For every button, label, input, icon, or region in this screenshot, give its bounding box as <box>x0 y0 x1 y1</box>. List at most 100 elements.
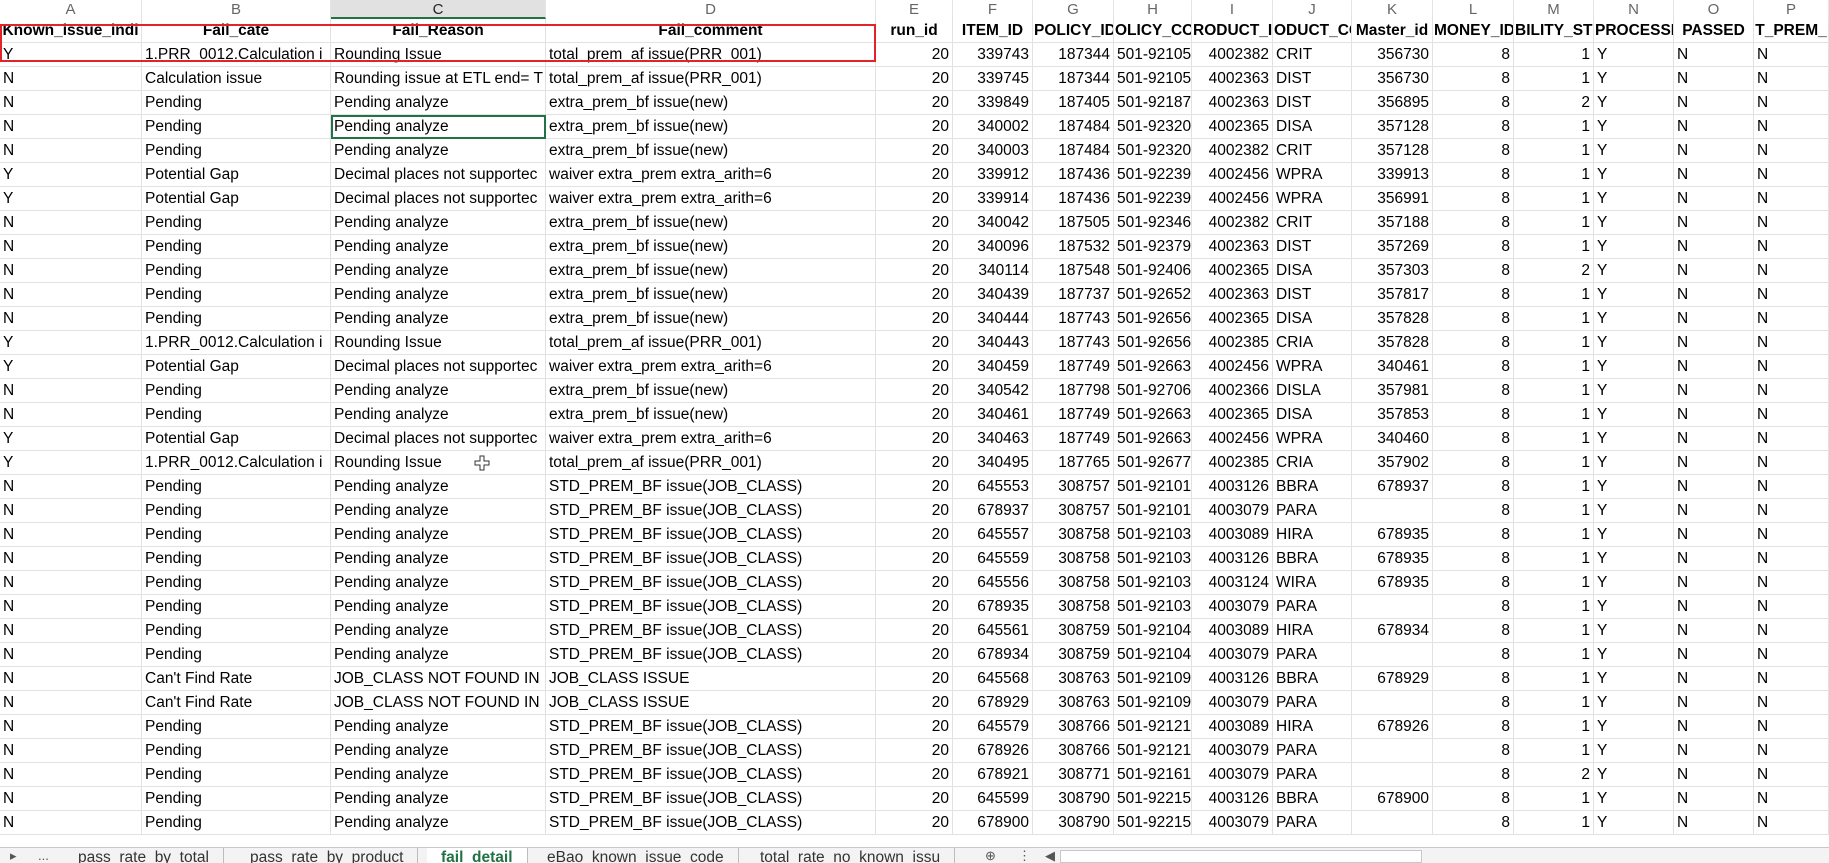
table-cell[interactable]: 1 <box>1514 235 1594 259</box>
header-cell-j[interactable]: ODUCT_CO <box>1273 19 1352 43</box>
table-cell[interactable]: 678937 <box>953 499 1033 523</box>
table-cell[interactable]: 4002363 <box>1192 67 1273 91</box>
table-cell[interactable]: 4002456 <box>1192 355 1273 379</box>
table-cell[interactable]: extra_prem_bf issue(new) <box>546 211 876 235</box>
table-cell[interactable]: 308771 <box>1033 763 1114 787</box>
table-cell[interactable]: 340463 <box>953 427 1033 451</box>
table-cell[interactable]: 501-92161 <box>1114 763 1192 787</box>
table-cell[interactable]: 501-92101 <box>1114 475 1192 499</box>
table-cell[interactable]: Y <box>1594 283 1674 307</box>
table-cell[interactable]: 501-92656 <box>1114 307 1192 331</box>
table-cell[interactable]: N <box>1754 523 1829 547</box>
table-cell[interactable]: 4003079 <box>1192 739 1273 763</box>
table-cell[interactable]: 4003079 <box>1192 595 1273 619</box>
table-cell[interactable]: extra_prem_bf issue(new) <box>546 403 876 427</box>
table-cell[interactable]: 340461 <box>953 403 1033 427</box>
table-cell[interactable]: 501-92706 <box>1114 379 1192 403</box>
table-cell[interactable]: 8 <box>1433 427 1514 451</box>
table-cell[interactable]: N <box>1754 715 1829 739</box>
table-cell[interactable]: Pending <box>142 475 331 499</box>
header-cell-c[interactable]: Fail_Reason <box>331 19 546 43</box>
table-cell[interactable]: WIRA <box>1273 571 1352 595</box>
table-cell[interactable]: N <box>1754 499 1829 523</box>
table-cell[interactable] <box>1352 811 1433 835</box>
table-cell[interactable]: N <box>1754 619 1829 643</box>
table-cell[interactable]: N <box>0 619 142 643</box>
header-cell-n[interactable]: PROCESSED <box>1594 19 1674 43</box>
table-cell[interactable]: STD_PREM_BF issue(JOB_CLASS) <box>546 739 876 763</box>
table-cell[interactable]: PARA <box>1273 499 1352 523</box>
table-cell[interactable]: 678926 <box>953 739 1033 763</box>
table-cell[interactable]: 1 <box>1514 163 1594 187</box>
table-cell[interactable]: N <box>1754 595 1829 619</box>
table-cell[interactable]: 4003126 <box>1192 787 1273 811</box>
table-cell[interactable]: HIRA <box>1273 523 1352 547</box>
table-cell[interactable]: N <box>1674 763 1754 787</box>
table-cell[interactable]: 678935 <box>1352 547 1433 571</box>
table-cell[interactable]: Pending <box>142 811 331 835</box>
table-cell[interactable]: N <box>0 811 142 835</box>
table-cell[interactable]: Pending analyze <box>331 595 546 619</box>
table-cell[interactable]: 308758 <box>1033 595 1114 619</box>
table-cell[interactable]: 4002363 <box>1192 283 1273 307</box>
header-cell-f[interactable]: ITEM_ID <box>953 19 1033 43</box>
table-cell[interactable]: CRIT <box>1273 139 1352 163</box>
table-cell[interactable]: 1 <box>1514 475 1594 499</box>
table-cell[interactable]: 4003079 <box>1192 643 1273 667</box>
table-cell[interactable]: 187344 <box>1033 67 1114 91</box>
table-cell[interactable]: 8 <box>1433 715 1514 739</box>
table-cell[interactable]: 1.PRR_0012.Calculation i <box>142 451 331 475</box>
table-cell[interactable] <box>1352 643 1433 667</box>
table-cell[interactable]: 4003089 <box>1192 523 1273 547</box>
table-cell[interactable]: 501-92677 <box>1114 451 1192 475</box>
table-cell[interactable]: 357269 <box>1352 235 1433 259</box>
table-cell[interactable]: total_prem_af issue(PRR_001) <box>546 67 876 91</box>
tab-total-rate-no-known-issue[interactable]: total_rate_no_known_issu <box>746 848 956 863</box>
table-cell[interactable]: 1 <box>1514 331 1594 355</box>
table-cell[interactable]: N <box>1754 691 1829 715</box>
table-cell[interactable]: Y <box>0 451 142 475</box>
table-cell[interactable]: 340495 <box>953 451 1033 475</box>
table-cell[interactable]: N <box>1674 235 1754 259</box>
table-cell[interactable]: 1.PRR_0012.Calculation i <box>142 331 331 355</box>
table-cell[interactable]: 187749 <box>1033 427 1114 451</box>
table-cell[interactable]: 308766 <box>1033 739 1114 763</box>
table-cell[interactable]: Pending <box>142 787 331 811</box>
table-cell[interactable]: 1 <box>1514 571 1594 595</box>
table-cell[interactable]: N <box>1674 259 1754 283</box>
table-cell[interactable]: 501-92239 <box>1114 163 1192 187</box>
table-cell[interactable]: 357303 <box>1352 259 1433 283</box>
table-cell[interactable]: STD_PREM_BF issue(JOB_CLASS) <box>546 499 876 523</box>
table-cell[interactable]: extra_prem_bf issue(new) <box>546 139 876 163</box>
table-cell[interactable]: extra_prem_bf issue(new) <box>546 283 876 307</box>
table-cell[interactable]: 501-92239 <box>1114 187 1192 211</box>
table-cell[interactable]: extra_prem_bf issue(new) <box>546 307 876 331</box>
table-cell[interactable]: 678935 <box>1352 571 1433 595</box>
table-cell[interactable]: N <box>1674 115 1754 139</box>
table-cell[interactable]: 4003089 <box>1192 619 1273 643</box>
table-cell[interactable]: 4003079 <box>1192 811 1273 835</box>
table-cell[interactable]: 4002365 <box>1192 403 1273 427</box>
table-cell[interactable]: 501-92663 <box>1114 355 1192 379</box>
table-cell[interactable]: N <box>0 67 142 91</box>
table-cell[interactable]: 20 <box>876 811 953 835</box>
table-cell[interactable]: 339743 <box>953 43 1033 67</box>
table-cell[interactable]: STD_PREM_BF issue(JOB_CLASS) <box>546 643 876 667</box>
table-cell[interactable]: STD_PREM_BF issue(JOB_CLASS) <box>546 595 876 619</box>
table-cell[interactable]: 8 <box>1433 451 1514 475</box>
table-cell[interactable]: N <box>1674 283 1754 307</box>
table-cell[interactable]: 501-92105 <box>1114 67 1192 91</box>
table-cell[interactable]: 4003079 <box>1192 691 1273 715</box>
table-cell[interactable]: 20 <box>876 619 953 643</box>
table-cell[interactable]: 501-92105 <box>1114 43 1192 67</box>
table-cell[interactable]: Calculation issue <box>142 67 331 91</box>
table-cell[interactable]: 20 <box>876 355 953 379</box>
table-cell[interactable]: 501-92121 <box>1114 739 1192 763</box>
table-cell[interactable]: Pending <box>142 403 331 427</box>
table-cell[interactable]: HIRA <box>1273 715 1352 739</box>
table-cell[interactable]: 20 <box>876 259 953 283</box>
table-cell[interactable]: 20 <box>876 43 953 67</box>
table-cell[interactable]: 187737 <box>1033 283 1114 307</box>
table-cell[interactable]: 645559 <box>953 547 1033 571</box>
table-cell[interactable]: N <box>1674 499 1754 523</box>
